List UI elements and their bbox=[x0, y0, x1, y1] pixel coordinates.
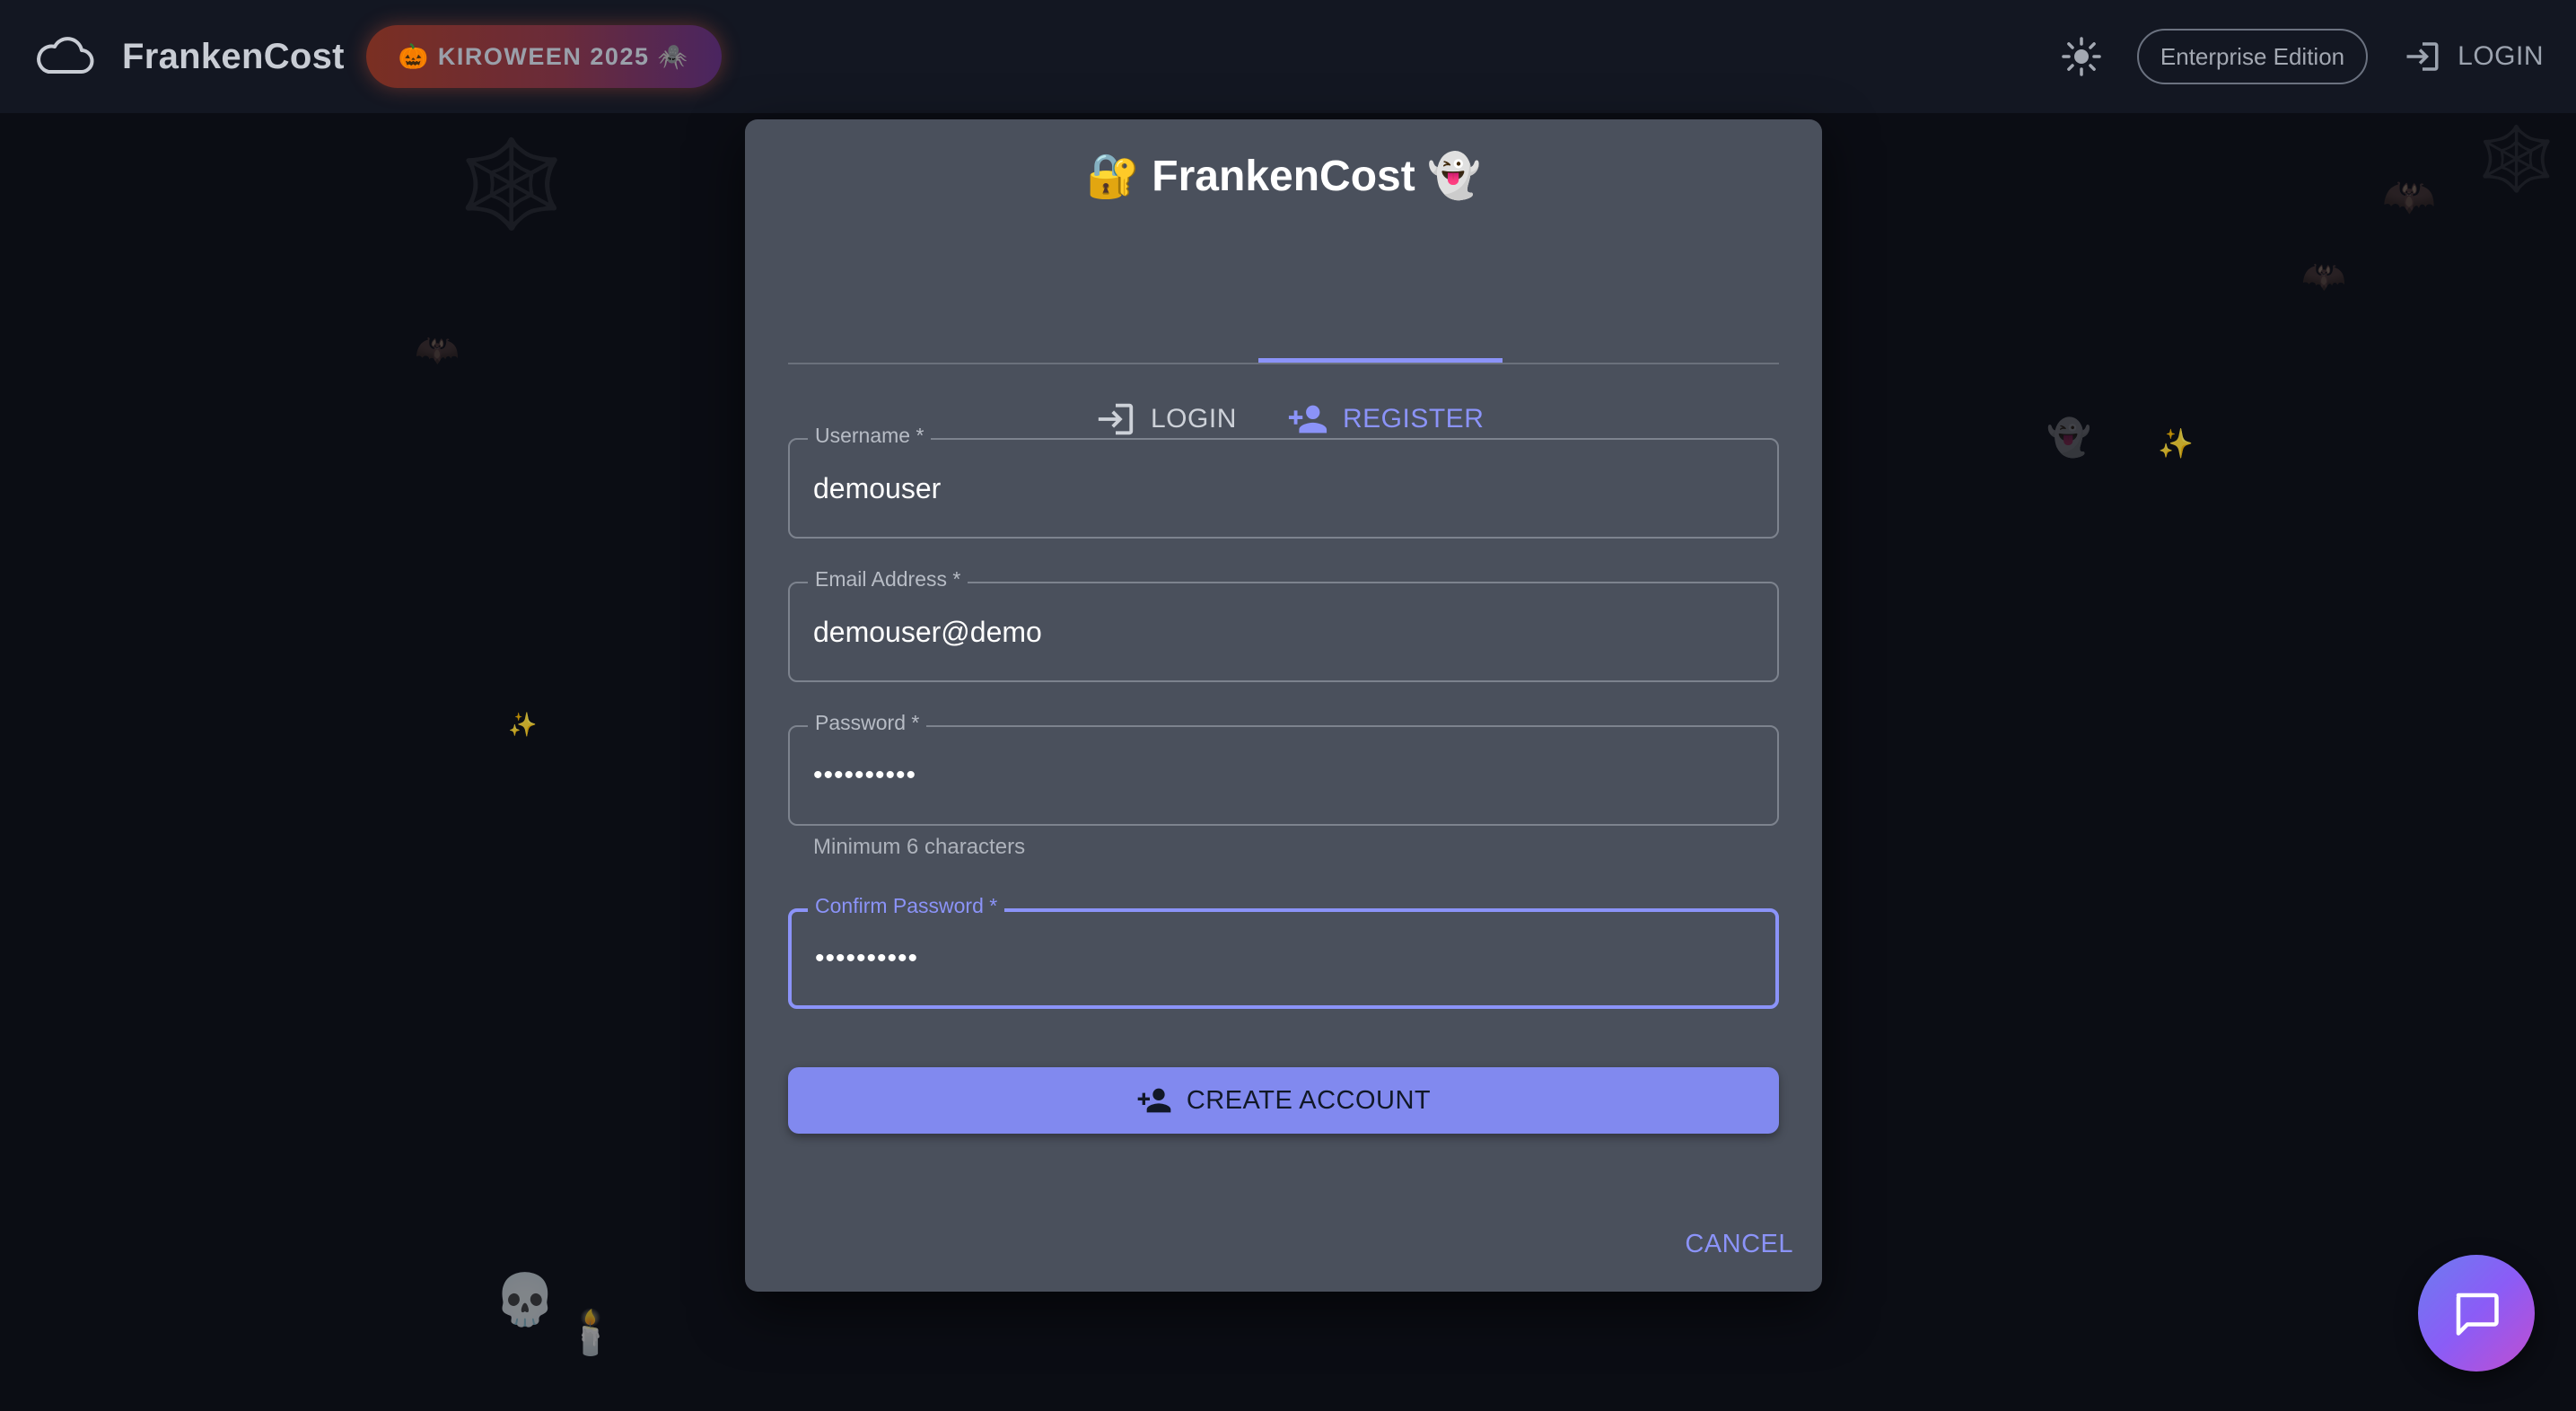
cloud-icon bbox=[37, 37, 94, 74]
person-add-icon bbox=[1288, 405, 1327, 434]
app-bar: FrankenCost 🎃 KIROWEEN 2025 🕷️ Enterpris… bbox=[0, 0, 2576, 113]
login-icon bbox=[1098, 403, 1134, 435]
password-field: Password * bbox=[788, 711, 1779, 826]
sparkle-icon: ✨ bbox=[2158, 427, 2194, 460]
skull-icon: 💀 bbox=[494, 1271, 556, 1328]
cancel-button[interactable]: CANCEL bbox=[1685, 1230, 1793, 1259]
bat-icon: 🦇 bbox=[2382, 173, 2436, 221]
sun-icon[interactable] bbox=[2060, 35, 2103, 78]
tabs-divider bbox=[788, 363, 1779, 364]
person-add-icon bbox=[1137, 1088, 1171, 1113]
ghost-icon: 👻 bbox=[2046, 418, 2091, 458]
password-input[interactable] bbox=[790, 727, 1777, 824]
auth-dialog: 🔐 FrankenCost 👻 LOGIN REGISTER Username … bbox=[745, 119, 1822, 1292]
chat-fab-button[interactable] bbox=[2418, 1255, 2535, 1372]
active-tab-indicator bbox=[1258, 358, 1503, 363]
sparkle-icon: ✨ bbox=[508, 711, 538, 738]
candle-icon: 🕯️ bbox=[564, 1310, 618, 1357]
tab-login-label: LOGIN bbox=[1151, 404, 1237, 434]
appbar-login-label: LOGIN bbox=[2458, 41, 2544, 71]
spiderweb-icon: 🕸️ bbox=[458, 136, 565, 232]
confirm-password-input[interactable] bbox=[792, 912, 1775, 1005]
chat-icon bbox=[2456, 1293, 2499, 1336]
login-icon bbox=[2406, 42, 2439, 71]
kiroween-badge: 🎃 KIROWEEN 2025 🕷️ bbox=[365, 25, 722, 88]
dialog-title: 🔐 FrankenCost 👻 bbox=[1086, 153, 1481, 200]
username-field: Username * bbox=[788, 424, 1779, 539]
confirm-password-field: Confirm Password * bbox=[788, 894, 1779, 1009]
create-account-label: CREATE ACCOUNT bbox=[1186, 1085, 1432, 1115]
appbar-login-button[interactable]: LOGIN bbox=[2404, 38, 2544, 75]
bat-icon: 🦇 bbox=[415, 330, 460, 370]
email-input[interactable] bbox=[790, 583, 1777, 680]
tab-register-label: REGISTER bbox=[1343, 404, 1485, 434]
edition-chip: Enterprise Edition bbox=[2136, 29, 2369, 84]
email-field: Email Address * bbox=[788, 567, 1779, 682]
create-account-button[interactable]: CREATE ACCOUNT bbox=[788, 1067, 1779, 1134]
appbar-actions: Enterprise Edition LOGIN bbox=[2060, 29, 2544, 84]
bat-icon: 🦇 bbox=[2301, 257, 2346, 296]
username-input[interactable] bbox=[790, 440, 1777, 537]
password-helper-text: Minimum 6 characters bbox=[813, 835, 1026, 859]
brand-name: FrankenCost bbox=[122, 36, 345, 76]
spiderweb-icon: 🕸️ bbox=[2477, 124, 2556, 194]
